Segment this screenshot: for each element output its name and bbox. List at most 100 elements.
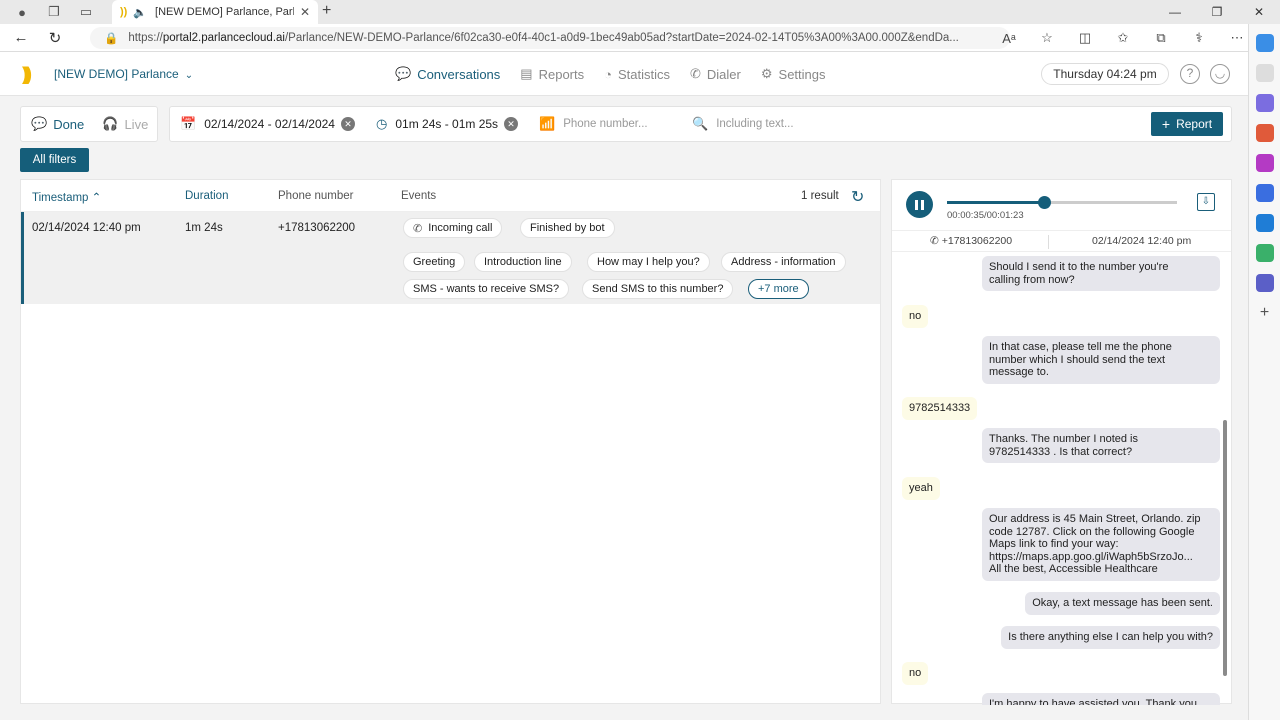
event-chip[interactable]: Introduction line — [474, 252, 572, 272]
copilot-icon[interactable] — [1255, 34, 1274, 52]
clear-duration-icon[interactable]: ✕ — [504, 117, 519, 131]
nav-settings[interactable]: ⚙ Settings — [761, 66, 826, 82]
favorite-star-icon[interactable]: ☆ — [1028, 30, 1066, 46]
user-message: 9782514333 — [902, 397, 978, 420]
nav-label: Conversations — [417, 66, 501, 82]
download-audio-icon[interactable]: ⇩ — [1197, 193, 1215, 211]
mode-done[interactable]: 💬 Done — [31, 116, 84, 132]
report-button[interactable]: + Report — [1151, 112, 1223, 136]
event-label: Incoming call — [428, 222, 493, 234]
workspaces-icon[interactable]: ❐ — [44, 2, 64, 22]
call-phone: ✆ +17813062200 — [930, 235, 1012, 247]
new-tab-icon[interactable]: + — [322, 2, 331, 20]
tab-actions-icon[interactable]: ▭ — [76, 2, 96, 22]
bot-message: Thanks. The number I noted is 9782514333… — [982, 428, 1220, 463]
nav-conversations[interactable]: 💬 Conversations — [395, 66, 500, 82]
window-controls: — ❐ ✕ — [1154, 0, 1280, 24]
back-icon[interactable]: ← — [8, 29, 34, 46]
tools-icon[interactable] — [1255, 124, 1274, 142]
chat-icon: 💬 — [395, 66, 412, 81]
row-timestamp: 02/14/2024 12:40 pm — [32, 222, 141, 234]
duration-filter[interactable]: ◷ 01m 24s - 01m 25s ✕ — [376, 107, 519, 141]
result-count: 1 result — [801, 190, 839, 202]
browser-toolbar: Aᵃ ☆ ◫ ✩ ⧉ ⚕ ⋯ — [990, 24, 1256, 52]
url-path: /Parlance/NEW-DEMO-Parlance/6f02ca30-e0f… — [284, 32, 959, 44]
help-icon[interactable]: ? — [1180, 64, 1200, 84]
m365-icon[interactable] — [1255, 184, 1274, 202]
browser-tab-bar: ● ❐ ▭ )) 🔈 [NEW DEMO] Parlance, Parla ✕ … — [0, 0, 1280, 24]
reload-icon[interactable]: ↻ — [42, 29, 68, 47]
col-phone: Phone number — [278, 190, 354, 202]
user-avatar-icon[interactable]: ◡ — [1210, 64, 1230, 84]
document-icon: ▤ — [520, 66, 533, 81]
shopping-icon[interactable] — [1255, 94, 1274, 112]
audio-progress-handle[interactable] — [1037, 196, 1051, 209]
address-bar-row: ← ↻ 🔒 https://portal2.parlancecloud.ai/P… — [0, 24, 1248, 52]
parlance-logo-icon: ))) — [22, 64, 32, 84]
nav-reports[interactable]: ▤ Reports — [520, 66, 584, 82]
close-window-icon[interactable]: ✕ — [1238, 0, 1280, 24]
phone-number-filter[interactable]: 📶 Phone number... — [539, 107, 648, 141]
more-events-button[interactable]: +7 more — [748, 279, 809, 299]
restore-icon[interactable]: ❐ — [1196, 0, 1238, 24]
event-chip[interactable]: Send SMS to this number? — [582, 279, 734, 299]
col-label: Timestamp — [32, 192, 89, 204]
pause-button[interactable] — [906, 191, 933, 218]
favorites-icon[interactable]: ✩ — [1104, 30, 1142, 46]
profile-icon[interactable]: ● — [12, 2, 32, 22]
split-screen-icon[interactable]: ◫ — [1066, 30, 1104, 46]
games-icon[interactable] — [1255, 154, 1274, 172]
url-prefix: https:// — [128, 32, 163, 44]
event-chip[interactable]: ✆ Incoming call — [403, 218, 503, 238]
close-tab-icon[interactable]: ✕ — [300, 5, 310, 19]
drop-icon[interactable] — [1255, 244, 1274, 262]
speaker-icon[interactable]: 🔈 — [133, 6, 147, 19]
mode-label: Done — [53, 116, 85, 132]
browser-tab[interactable]: )) 🔈 [NEW DEMO] Parlance, Parla ✕ — [112, 0, 318, 24]
event-chip[interactable]: Greeting — [403, 252, 466, 272]
minimize-icon[interactable]: — — [1154, 0, 1196, 24]
user-message: no — [902, 305, 929, 328]
event-chip[interactable]: Finished by bot — [520, 218, 615, 238]
bot-message: In that case, please tell me the phone n… — [982, 336, 1220, 384]
nav-dialer[interactable]: ✆ Dialer — [690, 66, 741, 82]
headset-icon: 🎧 — [102, 116, 119, 131]
plus-icon: + — [1161, 116, 1171, 132]
collections-icon[interactable]: ⧉ — [1142, 30, 1180, 46]
refresh-icon[interactable]: ↻ — [851, 187, 864, 207]
event-chip[interactable]: SMS - wants to receive SMS? — [403, 279, 570, 299]
outlook-icon[interactable] — [1255, 214, 1274, 232]
sidebar-search-icon[interactable] — [1255, 64, 1274, 82]
event-label: Send SMS to this number? — [592, 283, 724, 295]
nav-statistics[interactable]: ◔ Statistics — [604, 67, 670, 82]
audio-progress-fill — [947, 201, 1044, 204]
table-row[interactable]: 02/14/2024 12:40 pm 1m 24s +17813062200 … — [21, 212, 880, 304]
nav-label: Reports — [538, 66, 585, 82]
mode-live[interactable]: 🎧 Live — [102, 116, 148, 132]
phone-placeholder: Phone number... — [563, 118, 648, 130]
extensions-icon[interactable]: ⚕ — [1180, 30, 1218, 46]
all-filters-button[interactable]: All filters — [20, 148, 89, 172]
org-switcher[interactable]: [NEW DEMO] Parlance ⌄ — [54, 67, 193, 81]
gear-icon: ⚙ — [760, 66, 773, 81]
date-range-filter[interactable]: 📅 02/14/2024 - 02/14/2024 ✕ — [180, 107, 355, 141]
call-info: ✆ +17813062200 02/14/2024 12:40 pm — [892, 230, 1231, 252]
col-timestamp[interactable]: Timestamp ⌃ — [32, 190, 101, 204]
col-duration[interactable]: Duration — [185, 190, 228, 202]
event-chip[interactable]: Address - information — [721, 252, 846, 272]
transcript-scrollbar[interactable] — [1223, 420, 1227, 676]
url-field[interactable]: 🔒 https://portal2.parlancecloud.ai/Parla… — [90, 27, 1010, 49]
read-aloud-icon[interactable]: Aᵃ — [990, 31, 1028, 46]
text-filter[interactable]: 🔍 Including text... — [692, 107, 794, 141]
teams-icon[interactable] — [1255, 274, 1274, 292]
add-sidebar-icon[interactable]: + — [1256, 304, 1274, 322]
sort-up-icon: ⌃ — [91, 192, 102, 204]
event-chip[interactable]: How may I help you? — [587, 252, 710, 272]
bot-message: Okay, a text message has been sent. — [1025, 592, 1220, 615]
lock-icon[interactable]: 🔒 — [104, 31, 118, 45]
bot-message: Our address is 45 Main Street, Orlando. … — [982, 508, 1220, 581]
url-host: portal2.parlancecloud.ai — [162, 32, 285, 44]
nav-label: Dialer — [706, 66, 741, 82]
clear-date-icon[interactable]: ✕ — [340, 117, 355, 131]
audio-progress-slider[interactable] — [947, 196, 1177, 209]
